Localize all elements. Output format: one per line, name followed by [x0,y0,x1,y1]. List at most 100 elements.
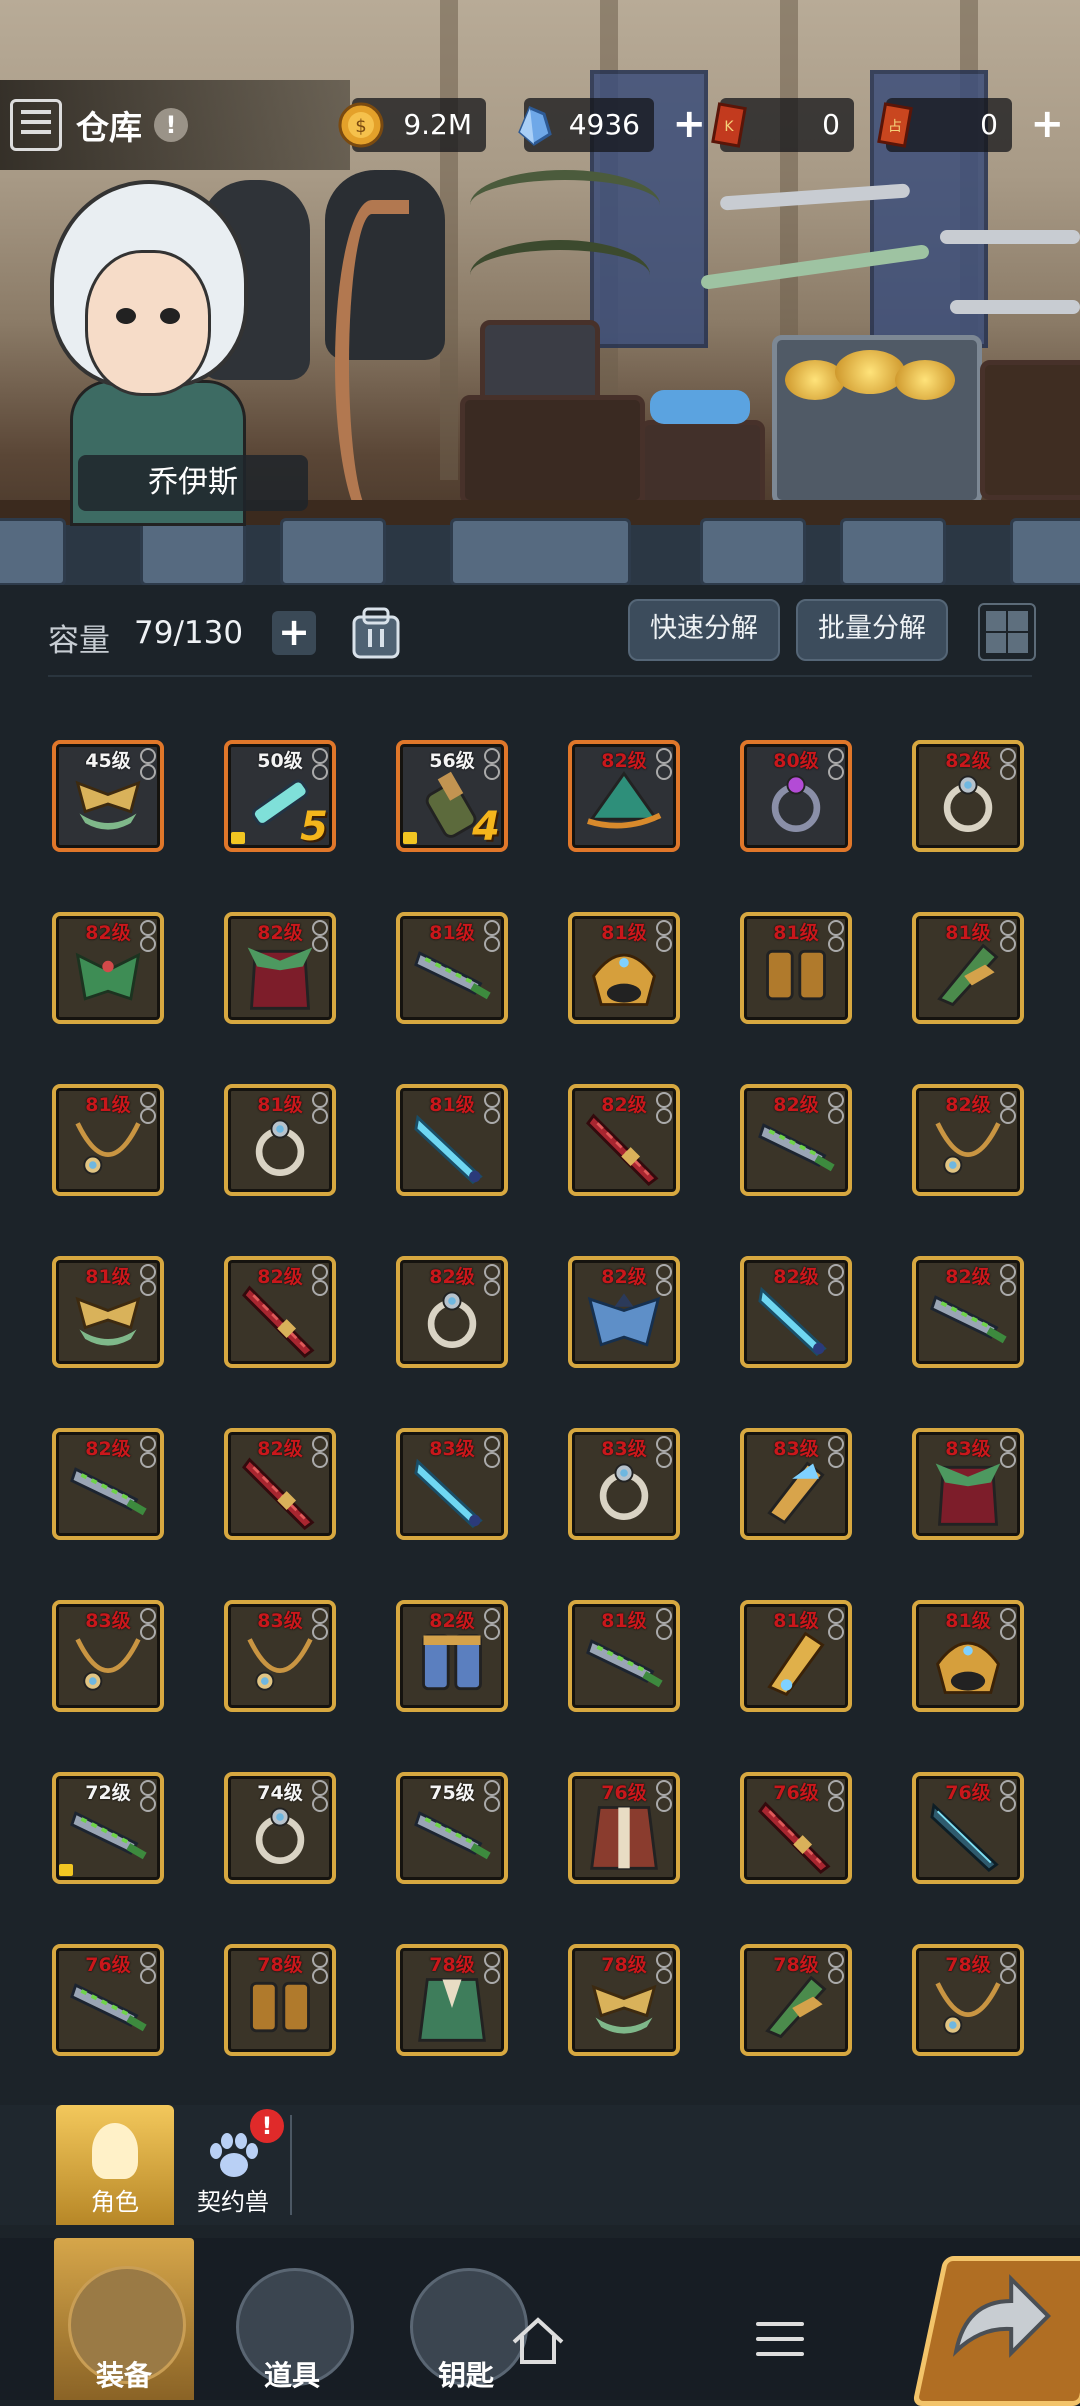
tab-label: 角色 [91,2188,139,2216]
equipment-slot[interactable]: 76级 [912,1772,1024,1884]
boots-icon [240,1970,320,2046]
add-crystal-button[interactable]: + [672,104,706,144]
equipment-slot[interactable]: 82级 [52,912,164,1024]
equipment-slot[interactable]: 56级 4 [396,740,508,852]
equipment-slot[interactable]: 45级 [52,740,164,852]
equipment-slot[interactable]: 82级 [52,1428,164,1540]
equipment-slot[interactable]: 82级 [568,1084,680,1196]
equipment-slot[interactable]: 78级 [224,1944,336,2056]
socket-icon [1000,1608,1016,1624]
equipment-slot[interactable]: 82级 [912,1256,1024,1368]
lock-icon [59,1864,73,1876]
equipment-grid: 45级 50级 5 56级 4 82级 80级 82级 82级 82级 81级 81级 81级 81级 81… [52,740,1036,2056]
scroll-ticket-resource: 占 0 + [877,98,1064,152]
add-scroll-ticket-button[interactable]: + [1030,104,1064,144]
nav-items[interactable]: 道具 [222,2254,362,2400]
page-title: 仓库 [76,108,142,147]
equipment-slot[interactable]: 82级 [224,912,336,1024]
socket-icon [656,1436,672,1452]
equipment-slot[interactable]: 81级 [224,1084,336,1196]
equipment-slot[interactable]: 81级 [396,1084,508,1196]
quick-decompose-button[interactable]: 快速分解 [628,599,780,661]
equipment-slot[interactable]: 82级 [912,1084,1024,1196]
share-button[interactable] [912,2256,1080,2406]
equipment-slot[interactable]: 82级 [396,1256,508,1368]
equipment-slot[interactable]: 81级 [52,1256,164,1368]
crystal-icon [518,106,552,146]
tab-character[interactable]: 角色 [56,2105,174,2225]
equipment-slot[interactable]: 82级 [224,1428,336,1540]
equipment-slot[interactable]: 82级 [396,1600,508,1712]
equipment-slot[interactable]: 78级 [740,1944,852,2056]
equipment-slot[interactable]: 82级 [740,1256,852,1368]
socket-icon [140,1608,156,1624]
info-button[interactable]: ! [154,108,188,142]
menu-icon[interactable] [756,2322,804,2362]
cloak-icon [240,938,320,1014]
equipment-slot[interactable]: 72级 [52,1772,164,1884]
equipment-slot[interactable]: 75级 [396,1772,508,1884]
socket-icon [312,1780,328,1796]
equipment-slot[interactable]: 83级 [568,1428,680,1540]
equipment-slot[interactable]: 82级 [912,740,1024,852]
ice-sword-icon [412,1110,492,1186]
equipment-slot[interactable]: 78级 [912,1944,1024,2056]
wings-icon [68,766,148,842]
small-chest [480,320,600,405]
scroll-ticket-value: 0 [980,108,998,141]
equipment-slot[interactable]: 78级 [568,1944,680,2056]
arrow-share-icon [952,2274,1052,2358]
equipment-slot[interactable]: 80级 [740,740,852,852]
socket-icon [312,1952,328,1968]
greatsword-icon [928,1282,1008,1358]
equipment-slot[interactable]: 83级 [52,1600,164,1712]
gold-value: 9.2M [403,108,472,141]
socket-icon [484,748,500,764]
tab-contract-beast[interactable]: ! 契约兽 [174,2105,292,2225]
equipment-slot[interactable]: 82级 [224,1256,336,1368]
socket-icon [828,1436,844,1452]
equipment-slot[interactable]: 81级 [740,912,852,1024]
ice-sword-icon [756,1282,836,1358]
nav-equipment[interactable]: 装备 [54,2238,194,2400]
equipment-slot[interactable]: 82级 [740,1084,852,1196]
grid-view-toggle[interactable] [978,603,1036,661]
warehouse-header: 仓库 ! [0,80,350,170]
lock-icon [231,832,245,844]
inventory-toolbar: 容量 79/130 + 快速分解 批量分解 [0,585,1080,685]
gold-resource: $ 9.2M [338,98,486,152]
socket-icon [828,1092,844,1108]
equipment-slot[interactable]: 74级 [224,1772,336,1884]
equipment-slot[interactable]: 81级 [912,1600,1024,1712]
leaf-hat-icon [584,766,664,842]
ticket-resource: K 0 [711,98,854,152]
socket-icon [140,1780,156,1796]
necklace-icon [240,1626,320,1702]
equipment-slot[interactable]: 83级 [224,1600,336,1712]
socket-icon [140,920,156,936]
home-icon[interactable] [510,2316,566,2366]
backpack-icon[interactable] [346,603,406,663]
equipment-slot[interactable]: 83级 [396,1428,508,1540]
equipment-slot[interactable]: 78级 [396,1944,508,2056]
equipment-slot[interactable]: 83级 [740,1428,852,1540]
equipment-slot[interactable]: 76级 [740,1772,852,1884]
ice-bracer-icon [756,1454,836,1530]
equipment-slot[interactable]: 82级 [568,740,680,852]
equipment-slot[interactable]: 82级 [568,1256,680,1368]
equipment-slot[interactable]: 81级 [568,1600,680,1712]
cloak-icon [928,1454,1008,1530]
equipment-slot[interactable]: 81级 [912,912,1024,1024]
socket-icon [656,748,672,764]
equipment-slot[interactable]: 83级 [912,1428,1024,1540]
equipment-slot[interactable]: 81级 [568,912,680,1024]
expand-capacity-button[interactable]: + [272,611,316,655]
equipment-slot[interactable]: 81级 [740,1600,852,1712]
equipment-slot[interactable]: 50级 5 [224,740,336,852]
equipment-slot[interactable]: 81级 [396,912,508,1024]
batch-decompose-button[interactable]: 批量分解 [796,599,948,661]
equipment-slot[interactable]: 76级 [568,1772,680,1884]
equipment-slot[interactable]: 76级 [52,1944,164,2056]
equipment-slot[interactable]: 81级 [52,1084,164,1196]
scroll-ticket-icon: 占 [877,102,913,148]
